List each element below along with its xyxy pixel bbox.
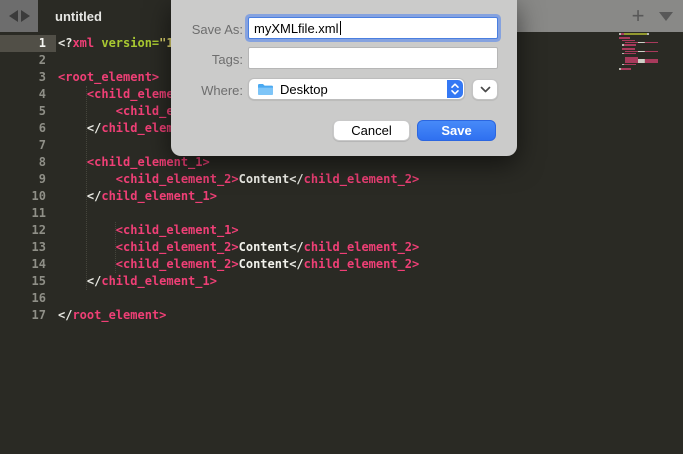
line-number: 15: [0, 273, 46, 290]
folder-icon: [257, 83, 274, 96]
cancel-button-label: Cancel: [351, 123, 391, 138]
tab-title: untitled: [55, 9, 102, 24]
code-line[interactable]: 13 <child_element_2>Content</child_eleme…: [0, 239, 683, 256]
line-number: 6: [0, 120, 46, 137]
line-number: 7: [0, 137, 46, 154]
line-number: 2: [0, 52, 46, 69]
save-as-label: Save As:: [171, 22, 243, 37]
save-button[interactable]: Save: [417, 120, 496, 141]
chevron-down-icon: [480, 86, 491, 93]
minimap[interactable]: [619, 33, 679, 70]
code-line[interactable]: 16: [0, 290, 683, 307]
code-line[interactable]: 10 </child_element_1>: [0, 188, 683, 205]
tab-scroll-buttons[interactable]: [0, 0, 38, 32]
line-number: 9: [0, 171, 46, 188]
where-stepper[interactable]: [447, 80, 463, 98]
code-line[interactable]: 9 <child_element_2>Content</child_elemen…: [0, 171, 683, 188]
code-line[interactable]: 12 <child_element_1>: [0, 222, 683, 239]
line-number: 12: [0, 222, 46, 239]
where-value: Desktop: [280, 82, 328, 97]
sublime-window: 1<?xml version="1.0" encoding="UTF-8"?>2…: [0, 0, 683, 454]
tags-input[interactable]: [248, 47, 498, 69]
code-line[interactable]: 8 <child_element_1>: [0, 154, 683, 171]
save-as-input[interactable]: myXMLfile.xml: [248, 17, 498, 39]
up-down-chevrons-icon: [450, 82, 460, 96]
code-line[interactable]: 11: [0, 205, 683, 222]
line-number: 13: [0, 239, 46, 256]
where-label: Where:: [171, 83, 243, 98]
code-line[interactable]: 14 <child_element_2>Content</child_eleme…: [0, 256, 683, 273]
caret-down-icon: [659, 12, 673, 21]
expand-dialog-button[interactable]: [472, 79, 498, 100]
save-as-value: myXMLfile.xml: [254, 21, 339, 36]
tab-scroll-left-icon[interactable]: [9, 10, 18, 22]
line-number: 17: [0, 307, 46, 324]
cancel-button[interactable]: Cancel: [333, 120, 410, 141]
save-button-label: Save: [441, 123, 471, 138]
line-number: 5: [0, 103, 46, 120]
code-line[interactable]: 15 </child_element_1>: [0, 273, 683, 290]
line-number: 16: [0, 290, 46, 307]
line-number: 4: [0, 86, 46, 103]
text-cursor: [340, 21, 342, 35]
save-dialog: Save As: myXMLfile.xml Tags: Where: Desk…: [171, 0, 517, 156]
where-select[interactable]: Desktop: [248, 78, 465, 100]
code-line[interactable]: 17</root_element>: [0, 307, 683, 324]
line-number: 3: [0, 69, 46, 86]
new-tab-button[interactable]: +: [625, 0, 651, 32]
line-number: 8: [0, 154, 46, 171]
line-number: 14: [0, 256, 46, 273]
line-number: 10: [0, 188, 46, 205]
plus-icon: +: [632, 3, 645, 29]
line-number: 11: [0, 205, 46, 222]
line-number: 1: [0, 35, 46, 52]
tab-overflow-button[interactable]: [655, 0, 677, 32]
tab-scroll-right-icon[interactable]: [21, 10, 30, 22]
tags-label: Tags:: [171, 52, 243, 67]
